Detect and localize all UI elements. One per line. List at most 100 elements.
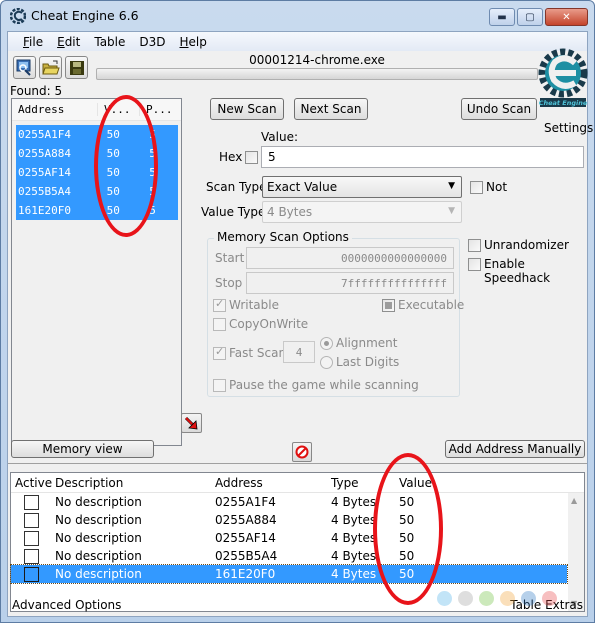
copyonwrite-checkbox[interactable] xyxy=(213,318,226,331)
writable-checkbox[interactable] xyxy=(213,297,226,312)
scan-results-list[interactable]: Address V... P... 0255A1F4 50 5 0255A884 50 5… xyxy=(11,98,182,446)
value-type-select[interactable]: 4 Bytes ▼ xyxy=(262,201,462,223)
app-window: Cheat Engine 6.6 ▬ ▢ ✕ File Edit Table D… xyxy=(0,0,595,623)
last-digits-label: Last Digits xyxy=(336,355,400,369)
address-table-scrollbar[interactable]: ▲ ▼ xyxy=(568,493,584,611)
address-table-row[interactable]: No description 0255A1F4 4 Bytes 50 xyxy=(11,493,567,511)
hex-label: Hex xyxy=(219,150,243,164)
value-input[interactable]: 5 xyxy=(261,146,584,168)
address-table-row[interactable]: No description 161E20F0 4 Bytes 50 xyxy=(10,564,568,584)
row-type: 4 Bytes xyxy=(331,495,377,509)
memory-view-button[interactable]: Memory view xyxy=(11,440,154,458)
save-button[interactable] xyxy=(65,56,88,79)
address-table-row[interactable]: No description 0255B5A4 4 Bytes 50 xyxy=(11,547,567,565)
undo-scan-button[interactable]: Undo Scan xyxy=(461,98,537,120)
speedhack-label: Enable Speedhack xyxy=(484,257,551,285)
col-active[interactable]: Active xyxy=(11,476,52,490)
result-address: 161E20F0 xyxy=(18,204,71,217)
pause-game-label: Pause the game while scanning xyxy=(229,378,419,392)
row-value: 50 xyxy=(399,567,415,581)
scroll-up-icon[interactable]: ▲ xyxy=(571,496,577,505)
active-checkbox[interactable] xyxy=(23,566,39,582)
result-row[interactable]: 0255AF14 50 5 xyxy=(16,163,178,182)
writable-label: Writable xyxy=(229,298,279,312)
active-checkbox[interactable] xyxy=(23,512,39,528)
unrandomizer-label: Unrandomizer xyxy=(484,238,569,252)
menu-table[interactable]: Table xyxy=(87,35,132,49)
settings-label[interactable]: Settings xyxy=(544,121,593,135)
start-address-input[interactable]: 0000000000000000 xyxy=(246,247,454,269)
clear-list-button[interactable] xyxy=(292,442,312,462)
not-checkbox[interactable] xyxy=(470,181,483,194)
result-address: 0255AF14 xyxy=(18,166,71,179)
result-row[interactable]: 0255A1F4 50 5 xyxy=(16,125,178,144)
col-previous[interactable]: P... xyxy=(140,103,180,116)
stop-address-input[interactable]: 7fffffffffffffff xyxy=(246,272,454,294)
title-bar[interactable]: Cheat Engine 6.6 ▬ ▢ ✕ xyxy=(1,1,594,31)
result-address: 0255B5A4 xyxy=(18,185,71,198)
result-row[interactable]: 0255B5A4 50 5 xyxy=(16,182,178,201)
scan-type-value: Exact Value xyxy=(267,180,338,194)
new-scan-button[interactable]: New Scan xyxy=(210,98,284,120)
result-row[interactable]: 0255A884 50 5 xyxy=(16,144,178,163)
row-type: 4 Bytes xyxy=(331,549,377,563)
scan-type-select[interactable]: Exact Value ▼ xyxy=(262,176,462,198)
active-cell xyxy=(11,494,51,510)
fast-scan-checkbox[interactable] xyxy=(213,345,226,360)
hex-checkbox[interactable] xyxy=(245,151,258,164)
row-address: 0255B5A4 xyxy=(215,549,278,563)
result-value: 50 xyxy=(106,166,120,179)
menu-file[interactable]: File xyxy=(16,35,50,49)
menu-bar: File Edit Table D3D Help xyxy=(8,32,587,51)
last-digits-radio[interactable] xyxy=(320,356,333,369)
maximize-button[interactable]: ▢ xyxy=(517,8,543,26)
col-value[interactable]: V... xyxy=(98,103,140,116)
menu-edit[interactable]: Edit xyxy=(50,35,87,49)
advanced-options-link[interactable]: Advanced Options xyxy=(12,598,121,612)
col-address[interactable]: Address xyxy=(211,476,327,490)
speedhack-checkbox[interactable] xyxy=(468,258,481,271)
result-address: 0255A1F4 xyxy=(18,128,71,141)
executable-checkbox[interactable] xyxy=(382,299,395,312)
main-client-area: File Edit Table D3D Help 00001214-chrome… xyxy=(7,31,593,617)
found-count: Found: 5 xyxy=(10,84,63,98)
row-address: 161E20F0 xyxy=(215,567,276,581)
fast-scan-value-input[interactable]: 4 xyxy=(283,341,315,363)
add-address-manually-button[interactable]: Add Address Manually xyxy=(445,440,585,458)
open-file-button[interactable] xyxy=(39,56,62,79)
row-description: No description xyxy=(55,513,142,527)
watermark-dot xyxy=(542,591,557,606)
menu-d3d[interactable]: D3D xyxy=(132,35,172,49)
menu-help[interactable]: Help xyxy=(173,35,214,49)
result-previous: 5 xyxy=(149,204,156,217)
add-to-list-button[interactable] xyxy=(181,413,202,433)
col-description[interactable]: Description xyxy=(51,476,211,490)
close-button[interactable]: ✕ xyxy=(545,8,588,26)
col-type[interactable]: Type xyxy=(327,476,395,490)
active-checkbox[interactable] xyxy=(23,548,39,564)
no-entry-icon xyxy=(295,445,309,459)
col-address[interactable]: Address xyxy=(12,103,98,116)
pause-game-checkbox[interactable] xyxy=(213,379,226,392)
minimize-button[interactable]: ▬ xyxy=(489,8,515,26)
active-checkbox[interactable] xyxy=(23,530,39,546)
result-value: 50 xyxy=(106,185,120,198)
panel-splitter[interactable] xyxy=(8,463,587,468)
unrandomizer-checkbox[interactable] xyxy=(468,239,481,252)
open-process-button[interactable] xyxy=(13,56,36,79)
address-table-row[interactable]: No description 0255A884 4 Bytes 50 xyxy=(11,511,567,529)
active-checkbox[interactable] xyxy=(23,494,39,510)
save-disk-icon xyxy=(69,60,84,75)
alignment-radio[interactable] xyxy=(320,337,333,350)
next-scan-button[interactable]: Next Scan xyxy=(294,98,368,120)
cheat-engine-logo[interactable]: Cheat Engine xyxy=(538,46,588,110)
col-value[interactable]: Value xyxy=(395,476,475,490)
fast-scan-label: Fast Scan xyxy=(229,346,287,360)
value-label: Value: xyxy=(261,130,298,144)
address-table-header: Active Description Address Type Value xyxy=(11,473,584,493)
address-table-row[interactable]: No description 0255AF14 4 Bytes 50 xyxy=(11,529,567,547)
watermark-dot xyxy=(479,591,494,606)
result-row[interactable]: 161E20F0 50 5 xyxy=(16,201,178,220)
memory-scan-options-title: Memory Scan Options xyxy=(214,230,352,244)
svg-text:Cheat Engine: Cheat Engine xyxy=(539,99,588,107)
